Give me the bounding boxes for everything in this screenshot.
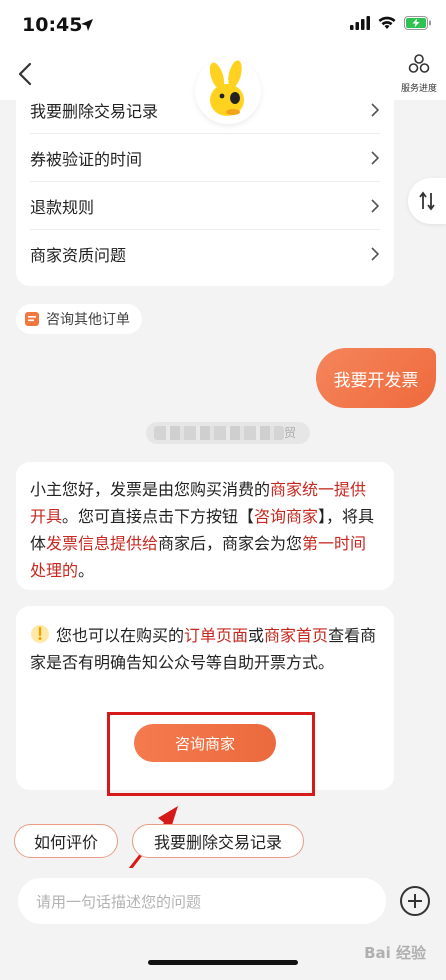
- order-list-icon: [25, 312, 39, 326]
- faq-item-merchant-qualification[interactable]: 商家资质问题: [30, 230, 380, 278]
- plus-icon: [408, 894, 422, 908]
- quick-reply-label: 如何评价: [33, 833, 98, 852]
- answer-highlight: 发票信息提供给: [46, 534, 159, 553]
- tip-segment: 您也可以在购买的: [56, 626, 185, 645]
- chevron-right-icon: [371, 102, 380, 117]
- quick-reply-how-to-review[interactable]: 如何评价: [14, 824, 118, 858]
- tip-text: 您也可以在购买的订单页面或商家首页查看商家是否有明确告知公众号等自助开票方式。: [30, 622, 380, 676]
- wifi-icon: [378, 16, 396, 29]
- faq-item-label: 券被验证的时间: [30, 149, 143, 169]
- answer-segment: 。您可直接点击下方按钮【: [62, 507, 255, 526]
- tip-segment: 或: [248, 626, 265, 645]
- consult-other-order-button[interactable]: 咨询其他订单: [16, 304, 142, 334]
- answer-segment: 小主您好，发票是由您购买消费的: [30, 480, 271, 499]
- signal-icon: [350, 16, 370, 30]
- quick-reply-delete-record[interactable]: 我要删除交易记录: [132, 824, 304, 858]
- tip-merchant-home-link[interactable]: 商家首页: [264, 626, 328, 645]
- service-progress-label: 服务进度: [400, 84, 437, 94]
- service-progress-icon: [408, 54, 430, 73]
- tip-order-page-link[interactable]: 订单页面: [184, 626, 248, 645]
- status-bar: 10:45: [0, 0, 446, 48]
- battery-charging-icon: [404, 16, 431, 30]
- answer-segment: 商家后，商家会为您: [158, 534, 303, 553]
- timestamp-tail: 贸: [283, 426, 296, 440]
- consult-other-order-label: 咨询其他订单: [46, 312, 130, 328]
- mascot-avatar: [195, 58, 261, 124]
- answer-segment: 。: [78, 561, 95, 580]
- answer-text: 小主您好，发票是由您购买消费的商家统一提供开具。您可直接点击下方按钮【咨询商家】…: [30, 476, 380, 584]
- status-time: 10:45: [22, 14, 83, 36]
- annotation-highlight-box: [107, 712, 315, 796]
- blurred-timestamp: 贸: [146, 422, 310, 444]
- swap-arrows-icon: [419, 191, 435, 211]
- lightbulb-icon: [31, 625, 49, 643]
- status-indicators: [350, 16, 432, 30]
- watermark: Bai 经验: [364, 944, 426, 962]
- blurred-text: [154, 426, 284, 440]
- add-attachment-button[interactable]: [400, 886, 430, 916]
- service-progress-button[interactable]: 服务进度: [396, 52, 442, 96]
- faq-item-verify-time[interactable]: 券被验证的时间: [30, 134, 380, 182]
- message-input-placeholder: 请用一句话描述您的问题: [36, 892, 202, 911]
- faq-item-refund-rules[interactable]: 退款规则: [30, 182, 380, 230]
- quick-reply-label: 我要删除交易记录: [153, 833, 282, 852]
- location-arrow-icon: [81, 19, 93, 31]
- bot-answer-card: 小主您好，发票是由您购买消费的商家统一提供开具。您可直接点击下方按钮【咨询商家】…: [16, 462, 394, 590]
- user-message-text: 我要开发票: [333, 370, 419, 391]
- swap-button[interactable]: [408, 178, 446, 224]
- faq-item-label: 商家资质问题: [30, 246, 127, 265]
- chevron-right-icon: [371, 198, 380, 213]
- faq-item-label: 我要删除交易记录: [30, 101, 159, 121]
- user-message-bubble: 我要开发票: [316, 348, 436, 408]
- message-input-bar: 请用一句话描述您的问题: [0, 868, 446, 980]
- chevron-right-icon: [371, 247, 380, 261]
- chevron-right-icon: [371, 150, 380, 165]
- home-indicator: [148, 960, 298, 965]
- message-input[interactable]: 请用一句话描述您的问题: [18, 878, 386, 924]
- faq-item-label: 退款规则: [30, 197, 95, 217]
- faq-card: 我要删除交易记录 券被验证的时间 退款规则 商家资质问题: [16, 86, 394, 286]
- answer-highlight: 咨询商家: [254, 507, 319, 526]
- chevron-left-icon: [18, 62, 32, 86]
- kangaroo-mascot-icon: [209, 60, 244, 116]
